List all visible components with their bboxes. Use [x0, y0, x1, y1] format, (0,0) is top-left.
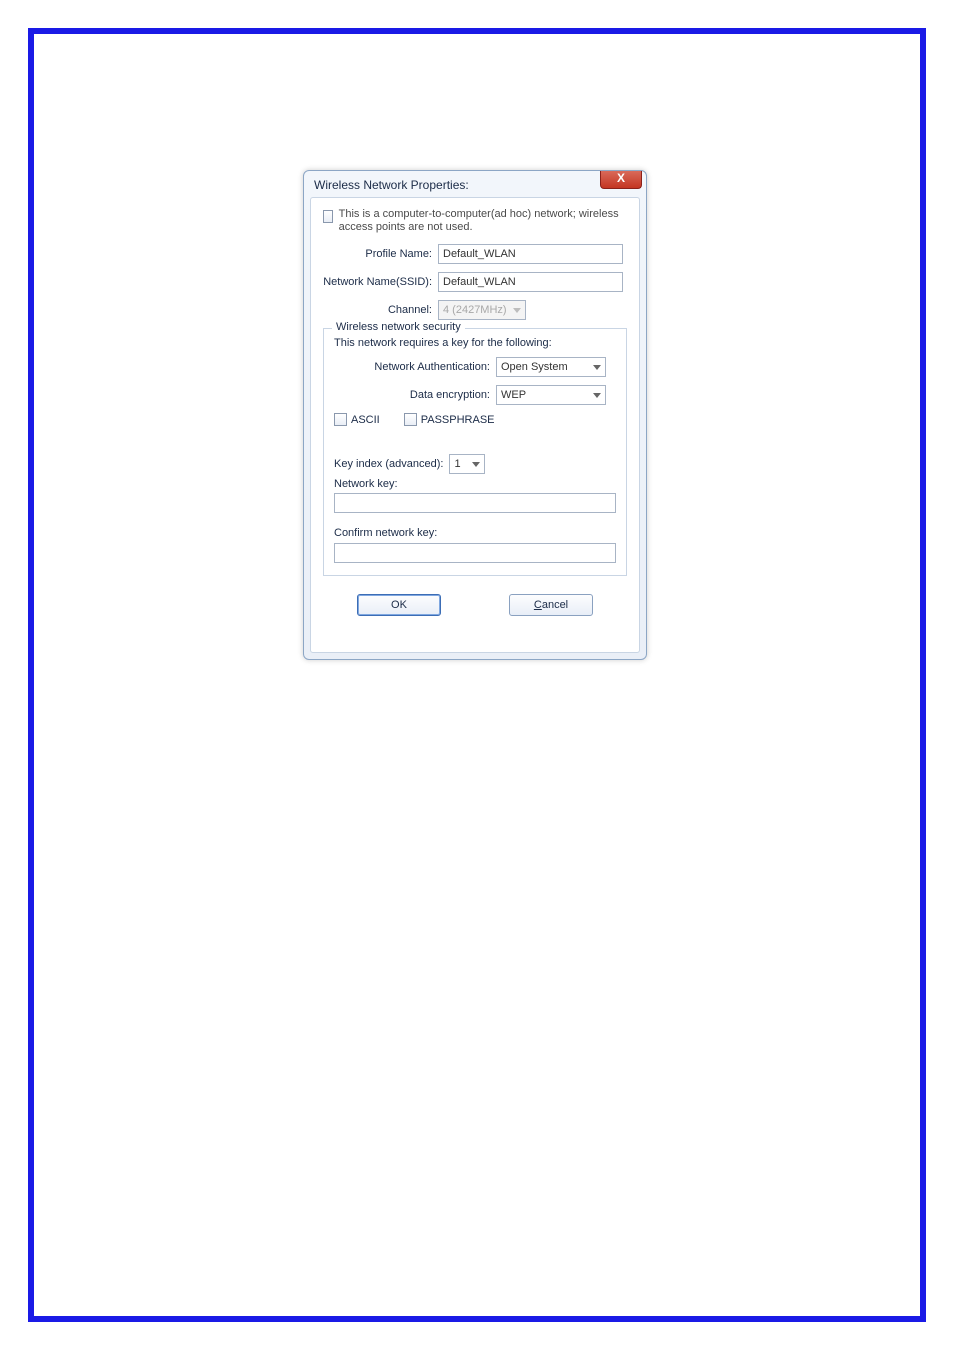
key-index-value: 1 [454, 458, 460, 470]
encryption-label: Data encryption: [334, 389, 496, 401]
passphrase-label: PASSPHRASE [421, 414, 495, 426]
confirm-key-label: Confirm network key: [334, 527, 616, 539]
dialog-body: This is a computer-to-computer(ad hoc) n… [310, 197, 640, 653]
network-key-input[interactable] [334, 493, 616, 513]
key-index-select[interactable]: 1 [449, 454, 485, 474]
network-key-label: Network key: [334, 478, 616, 490]
close-button[interactable]: X [600, 171, 642, 189]
adhoc-label: This is a computer-to-computer(ad hoc) n… [339, 208, 627, 234]
close-icon: X [617, 171, 625, 185]
button-row: OK Cancel [323, 594, 627, 616]
encryption-select[interactable]: WEP [496, 385, 606, 405]
passphrase-item: PASSPHRASE [404, 413, 495, 426]
auth-select[interactable]: Open System [496, 357, 606, 377]
ssid-row: Network Name(SSID): [323, 272, 627, 292]
channel-row: Channel: 4 (2427MHz) [323, 300, 627, 320]
chevron-down-icon [472, 462, 480, 467]
key-section: Key index (advanced): 1 Network key: Con… [334, 454, 616, 563]
adhoc-row: This is a computer-to-computer(ad hoc) n… [323, 208, 627, 234]
titlebar: Wireless Network Properties: X [304, 171, 646, 199]
key-index-row: Key index (advanced): 1 [334, 454, 616, 474]
ascii-checkbox[interactable] [334, 413, 347, 426]
auth-row: Network Authentication: Open System [334, 357, 616, 377]
ascii-item: ASCII [334, 413, 380, 426]
channel-value: 4 (2427MHz) [443, 304, 507, 316]
profile-name-row: Profile Name: [323, 244, 627, 264]
wireless-properties-dialog: Wireless Network Properties: X This is a… [303, 170, 647, 660]
adhoc-checkbox[interactable] [323, 210, 333, 223]
security-legend: Wireless network security [332, 321, 465, 333]
requires-row: This network requires a key for the foll… [334, 337, 616, 349]
encryption-row: Data encryption: WEP [334, 385, 616, 405]
confirm-key-input[interactable] [334, 543, 616, 563]
security-fieldset: Wireless network security This network r… [323, 328, 627, 576]
requires-text: This network requires a key for the foll… [334, 337, 552, 349]
chevron-down-icon [593, 393, 601, 398]
ok-label: OK [391, 599, 407, 611]
encryption-value: WEP [501, 389, 526, 401]
channel-label: Channel: [323, 304, 438, 316]
profile-name-label: Profile Name: [323, 248, 438, 260]
ok-button[interactable]: OK [357, 594, 441, 616]
checkbox-row: ASCII PASSPHRASE [334, 413, 616, 426]
key-index-label: Key index (advanced): [334, 458, 443, 470]
profile-name-input[interactable] [438, 244, 623, 264]
channel-select: 4 (2427MHz) [438, 300, 526, 320]
cancel-accelerator: C [534, 599, 542, 611]
ascii-label: ASCII [351, 414, 380, 426]
auth-value: Open System [501, 361, 568, 373]
cancel-rest: ancel [542, 599, 568, 611]
ssid-label: Network Name(SSID): [323, 276, 438, 288]
ssid-input[interactable] [438, 272, 623, 292]
auth-label: Network Authentication: [334, 361, 496, 373]
passphrase-checkbox[interactable] [404, 413, 417, 426]
chevron-down-icon [513, 308, 521, 313]
chevron-down-icon [593, 365, 601, 370]
dialog-title: Wireless Network Properties: [314, 178, 469, 192]
cancel-button[interactable]: Cancel [509, 594, 593, 616]
